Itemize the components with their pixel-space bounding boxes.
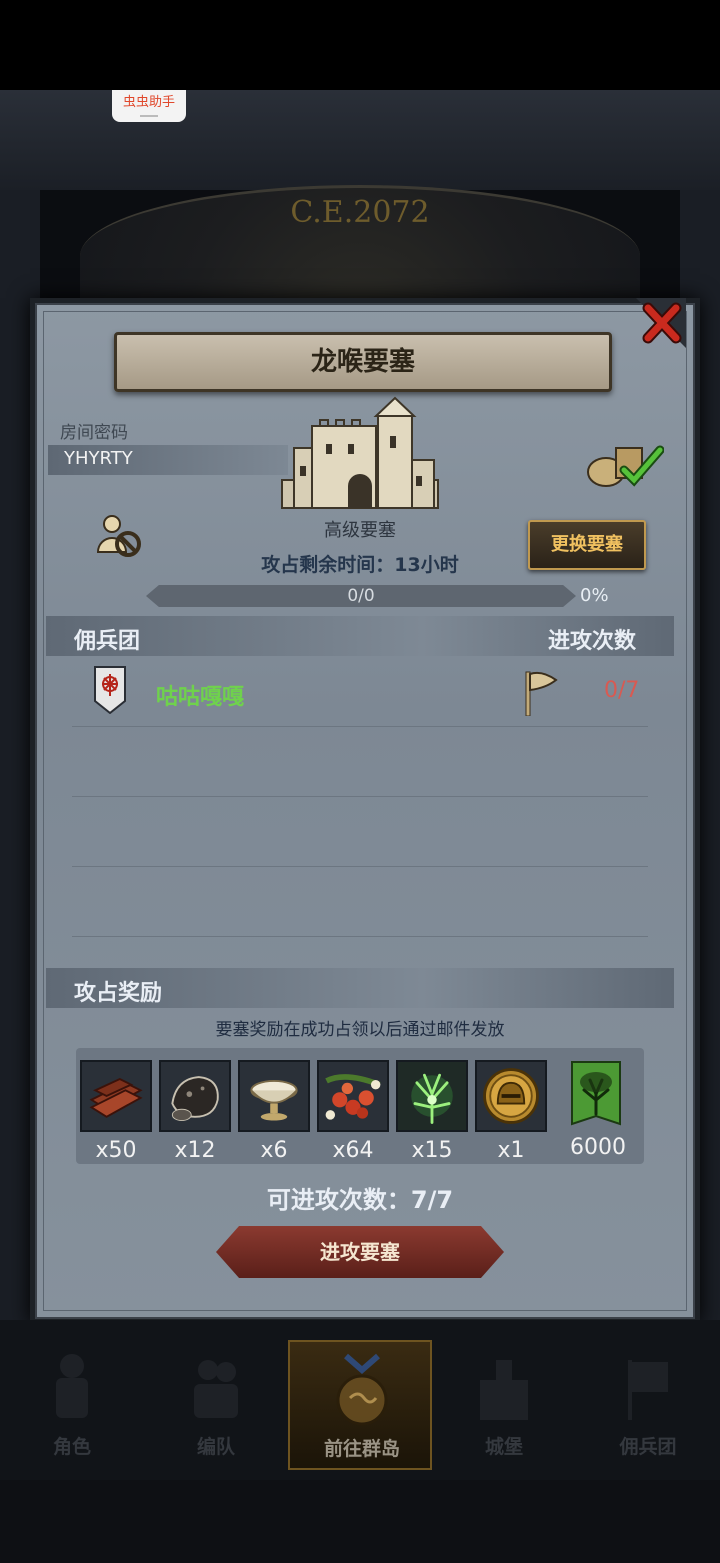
guild-header: 佣兵团 xyxy=(74,629,141,654)
title-plate: 龙喉要塞 xyxy=(114,332,612,392)
nav-role[interactable]: 角色 xyxy=(0,1340,144,1470)
nav-label: 角色 xyxy=(52,1436,91,1458)
reward-qty: x15 xyxy=(411,1138,453,1163)
reward-qty: x6 xyxy=(260,1138,288,1163)
wood-planks-icon xyxy=(80,1060,152,1132)
reward-item[interactable]: x64 xyxy=(317,1060,389,1163)
guild-row-empty xyxy=(72,866,648,937)
attacks-header: 进攻次数 xyxy=(548,629,637,654)
mercenary-icon xyxy=(628,1360,668,1420)
guild-emblem-icon xyxy=(94,666,126,714)
nav-mercenary[interactable]: 佣兵团 xyxy=(576,1340,720,1470)
nav-castle[interactable]: 城堡 xyxy=(432,1340,576,1470)
guild-name: 咕咕嘎嘎 xyxy=(156,685,245,710)
dialog-title: 龙喉要塞 xyxy=(310,347,415,377)
nav-squad[interactable]: 编队 xyxy=(144,1340,288,1470)
berries-icon xyxy=(317,1060,389,1132)
reward-item[interactable]: x15 xyxy=(396,1060,468,1163)
reward-item[interactable]: x50 xyxy=(80,1060,152,1163)
ore-rock-icon xyxy=(159,1060,231,1132)
reward-qty: x12 xyxy=(174,1138,216,1163)
room-password-label: 房间密码 xyxy=(60,423,128,443)
room-password-value: YHYRTY xyxy=(64,448,133,469)
reward-item[interactable]: x6 xyxy=(238,1060,310,1163)
progress-percent: 0% xyxy=(580,585,609,606)
banner-reward-qty: 6000 xyxy=(570,1135,626,1160)
reward-header: 攻占奖励 xyxy=(74,981,163,1006)
reward-qty: x64 xyxy=(332,1138,374,1163)
castle-icon xyxy=(480,1360,528,1420)
gold-helmet-coin-icon xyxy=(475,1060,547,1132)
capture-progress-bar: 0/0 xyxy=(146,585,576,607)
available-attacks: 可进攻次数：7/7 xyxy=(266,1186,454,1214)
nav-islands[interactable]: 前往群岛 xyxy=(288,1340,432,1470)
islands-icon xyxy=(336,1353,388,1426)
reward-note: 要塞奖励在成功占领以后通过邮件发放 xyxy=(215,1020,505,1040)
nav-label: 编队 xyxy=(196,1436,235,1458)
knight-icon xyxy=(56,1354,88,1418)
nav-label: 前往群岛 xyxy=(323,1438,400,1460)
guild-banner-tree-icon[interactable] xyxy=(570,1060,622,1132)
guild-row-empty xyxy=(72,726,648,797)
assistant-tag[interactable]: 虫虫助手 xyxy=(112,90,186,122)
silver-bowl-icon xyxy=(238,1060,310,1132)
attack-fortress-button[interactable]: 进攻要塞 xyxy=(216,1226,504,1278)
status-bar xyxy=(0,0,720,90)
nav-label: 佣兵团 xyxy=(619,1436,677,1458)
reward-item[interactable]: x1 xyxy=(475,1060,547,1163)
year-text: C.E.2072 xyxy=(290,195,430,230)
nav-label: 城堡 xyxy=(484,1436,523,1458)
reward-item[interactable]: x12 xyxy=(159,1060,231,1163)
attack-button-label: 进攻要塞 xyxy=(320,1240,400,1264)
flag-icon xyxy=(525,671,558,716)
fortress-castle-icon xyxy=(281,396,439,509)
system-bar xyxy=(0,1480,720,1563)
close-icon[interactable] xyxy=(636,298,686,348)
squad-icon xyxy=(194,1360,238,1418)
reward-qty: x50 xyxy=(95,1138,137,1163)
reward-qty: x1 xyxy=(497,1138,525,1163)
green-essence-icon xyxy=(396,1060,468,1132)
guild-row-empty xyxy=(72,796,648,867)
guild-attack-count: 0/7 xyxy=(604,678,640,703)
bag-checkmark-icon[interactable] xyxy=(584,440,664,488)
capture-timer: 攻占剩余时间：13小时 xyxy=(261,554,459,576)
background-header xyxy=(0,90,720,190)
progress-text: 0/0 xyxy=(347,586,375,606)
